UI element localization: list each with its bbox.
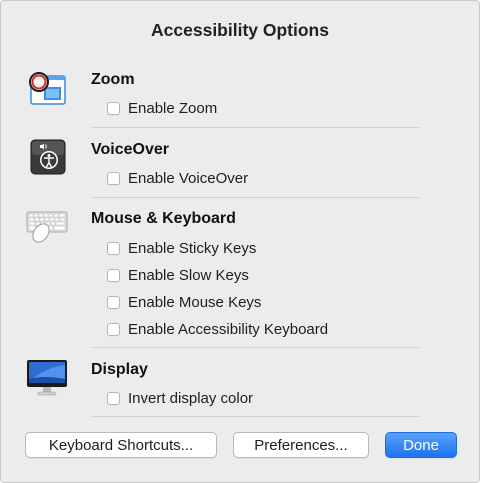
dialog-title: Accessibility Options [151,20,329,40]
divider [91,416,419,417]
enable-voiceover-checkbox[interactable] [107,171,120,185]
mouse-keyboard-heading: Mouse & Keyboard [91,210,236,227]
enable-sticky-keys-option[interactable]: Enable Sticky Keys [107,239,256,257]
enable-zoom-label: Enable Zoom [128,99,218,117]
enable-accessibility-keyboard-label: Enable Accessibility Keyboard [128,320,329,338]
display-monitor-icon [26,359,68,397]
voiceover-heading: VoiceOver [91,141,169,158]
enable-voiceover-option[interactable]: Enable VoiceOver [107,169,248,187]
display-heading: Display [91,361,148,378]
enable-mouse-keys-checkbox[interactable] [107,295,120,309]
preferences-button[interactable]: Preferences... [233,432,369,458]
divider [91,347,419,348]
enable-accessibility-keyboard-checkbox[interactable] [107,322,120,336]
enable-voiceover-label: Enable VoiceOver [128,169,249,187]
divider [91,127,419,128]
enable-sticky-keys-checkbox[interactable] [107,241,120,255]
enable-zoom-option[interactable]: Enable Zoom [107,99,217,117]
invert-display-color-label: Invert display color [128,389,254,407]
keyboard-mouse-icon [25,209,69,245]
enable-mouse-keys-option[interactable]: Enable Mouse Keys [107,293,261,311]
enable-accessibility-keyboard-option[interactable]: Enable Accessibility Keyboard [107,320,328,338]
enable-slow-keys-label: Enable Slow Keys [128,266,249,284]
enable-mouse-keys-label: Enable Mouse Keys [128,293,262,311]
invert-display-color-checkbox[interactable] [107,391,120,405]
voiceover-icon [30,139,66,175]
enable-zoom-checkbox[interactable] [107,101,120,115]
enable-sticky-keys-label: Enable Sticky Keys [128,239,257,257]
divider [91,197,419,198]
done-button[interactable]: Done [385,432,457,458]
keyboard-shortcuts-button[interactable]: Keyboard Shortcuts... [25,432,217,458]
invert-display-color-option[interactable]: Invert display color [107,389,253,407]
zoom-heading: Zoom [91,71,135,88]
enable-slow-keys-checkbox[interactable] [107,268,120,282]
enable-slow-keys-option[interactable]: Enable Slow Keys [107,266,249,284]
zoom-magnifier-icon [27,71,67,107]
accessibility-options-dialog: Accessibility Options Zoom Enable Zoom V [0,0,480,483]
